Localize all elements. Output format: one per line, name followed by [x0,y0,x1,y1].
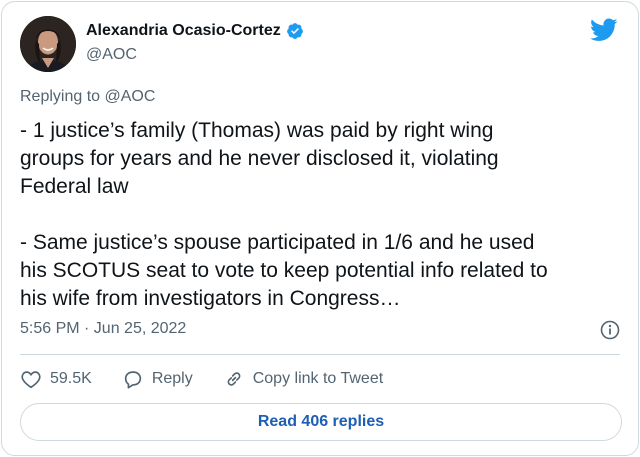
tweet-card: Alexandria Ocasio-Cortez @AOC Replying t… [1,1,639,456]
copy-link-button[interactable]: Copy link to Tweet [223,368,383,390]
link-icon [227,372,241,386]
avatar[interactable] [20,16,76,72]
tweet-text-line: Federal law [20,175,129,198]
tweet-text: - 1 justice’s family (Thomas) was paid b… [20,117,620,313]
tweet-timestamp[interactable]: 5:56 PM · Jun 25, 2022 [20,320,186,338]
verified-badge-icon [286,22,304,40]
reply-label: Reply [151,370,193,387]
author-name[interactable]: Alexandria Ocasio-Cortez [86,22,281,40]
copy-link-label: Copy link to Tweet [252,370,384,387]
like-button[interactable]: 59.5K [20,368,92,390]
divider [20,354,620,355]
author-name-row: Alexandria Ocasio-Cortez [86,22,304,40]
tweet-text-line: his SCOTUS seat to vote to keep potentia… [20,259,548,282]
replying-to-label[interactable]: Replying to @AOC [20,88,155,106]
tweet-actions: 59.5K Reply Copy link to Tweet [20,366,383,392]
tweet-text-line: his wife from investigators in Congress… [20,287,401,310]
like-count: 59.5K [50,370,92,387]
read-replies-button[interactable]: Read 406 replies [20,403,622,441]
heart-icon [21,371,41,389]
tweet-text-line: groups for years and he never disclosed … [20,147,499,170]
twitter-bird-icon[interactable] [590,18,618,42]
tweet-text-line: - 1 justice’s family (Thomas) was paid b… [20,119,494,142]
tweet-header: Alexandria Ocasio-Cortez @AOC [20,16,620,72]
reply-icon [124,371,141,389]
tweet-text-line: - Same justice’s spouse participated in … [20,231,535,254]
info-icon[interactable] [600,320,620,340]
reply-button[interactable]: Reply [122,368,193,390]
author-handle[interactable]: @AOC [86,46,137,64]
